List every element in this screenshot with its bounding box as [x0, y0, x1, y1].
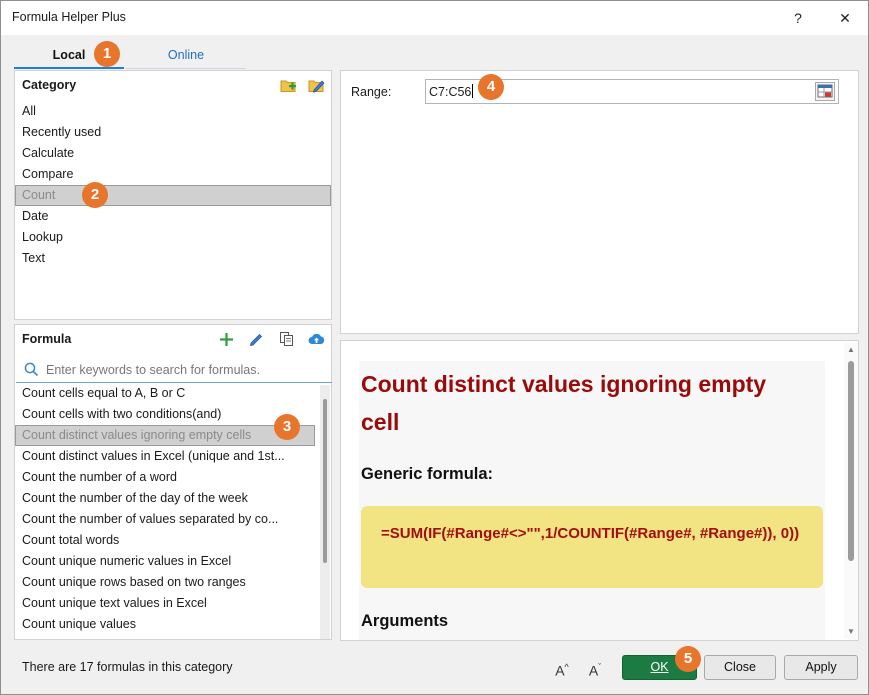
formula-item[interactable]: Count distinct values ignoring empty cel… [15, 425, 315, 446]
category-item[interactable]: Date [15, 206, 331, 227]
formula-item[interactable]: Count cells equal to A, B or C [15, 383, 315, 404]
category-panel: Category All Recently used Calculate Compar… [14, 70, 332, 320]
help-scrollbar[interactable]: ▲ ▼ [844, 343, 858, 639]
cloud-upload-icon[interactable] [307, 330, 325, 348]
formula-search-input[interactable] [46, 361, 316, 379]
category-item[interactable]: Count [15, 185, 331, 206]
help-title: Count distinct values ignoring empty cel… [361, 371, 767, 435]
range-panel: Range: C7:C56 [340, 70, 859, 334]
help-subtitle: Generic formula: [361, 465, 494, 483]
callout-badge: 4 [478, 74, 504, 100]
search-icon [24, 362, 39, 380]
formula-item[interactable]: Count the number of the day of the week [15, 488, 315, 509]
category-header: Category [22, 78, 77, 92]
category-item[interactable]: Recently used [15, 122, 331, 143]
close-button[interactable]: Close [704, 655, 776, 680]
formula-item[interactable]: Count distinct values in Excel (unique a… [15, 446, 315, 467]
formula-item[interactable]: Count the number of a word [15, 467, 315, 488]
formula-item[interactable]: Count unique text values in Excel [15, 593, 315, 614]
category-item[interactable]: Compare [15, 164, 331, 185]
callout-badge: 1 [94, 41, 120, 67]
range-label: Range: [351, 85, 392, 99]
apply-button[interactable]: Apply [784, 655, 858, 680]
copy-icon[interactable] [277, 330, 295, 348]
pencil-icon[interactable] [247, 330, 265, 348]
tab-bar: Local Online [14, 41, 246, 69]
status-text: There are 17 formulas in this category [22, 660, 233, 674]
formula-item[interactable]: Count unique values [15, 614, 315, 635]
callout-badge: 3 [274, 414, 300, 440]
edit-folder-icon[interactable] [307, 76, 325, 94]
formula-item[interactable]: Count cells with two conditions(and) [15, 404, 315, 425]
title-bar: Formula Helper Plus ? ✕ [1, 1, 868, 35]
plus-icon[interactable] [217, 330, 235, 348]
callout-badge: 5 [675, 646, 701, 672]
category-item[interactable]: Calculate [15, 143, 331, 164]
help-button[interactable]: ? [787, 7, 809, 29]
formula-item[interactable]: Count the number of values separated by … [15, 509, 315, 530]
help-content: Count distinct values ignoring empty cel… [359, 361, 825, 640]
formula-item[interactable]: Count unique numeric values in Excel [15, 551, 315, 572]
category-item[interactable]: Text [15, 248, 331, 269]
increase-font-icon[interactable]: A^ [551, 656, 573, 679]
decrease-font-icon[interactable]: Aˇ [584, 656, 606, 679]
close-window-button[interactable]: ✕ [834, 7, 856, 29]
range-select-icon[interactable] [815, 82, 835, 101]
formula-panel: Formula Count cells equal to A, B or CCo… [14, 324, 332, 640]
category-item[interactable]: Lookup [15, 227, 331, 248]
formula-list-scrollbar[interactable] [320, 385, 330, 639]
arguments-heading: Arguments [361, 612, 449, 630]
dialog-window: Formula Helper Plus ? ✕ Local Online Cat… [0, 0, 869, 695]
formula-scroll-thumb[interactable] [323, 399, 327, 563]
window-title: Formula Helper Plus [12, 10, 126, 24]
formula-item[interactable]: Count unique rows based on two ranges [15, 572, 315, 593]
range-value: C7:C56 [429, 84, 474, 99]
category-item[interactable]: All [15, 101, 331, 122]
help-scroll-thumb[interactable] [848, 361, 854, 561]
add-folder-icon[interactable] [279, 76, 297, 94]
tab-online[interactable]: Online [126, 41, 246, 69]
formula-item[interactable]: Count total words [15, 530, 315, 551]
callout-badge: 2 [82, 182, 108, 208]
scroll-up-icon[interactable]: ▲ [847, 345, 855, 354]
formula-header: Formula [22, 332, 72, 346]
formula-help-panel: Count distinct values ignoring empty cel… [340, 340, 859, 641]
formula-box: =SUM(IF(#Range#<>"",1/COUNTIF(#Range#, #… [361, 506, 823, 588]
scroll-down-icon[interactable]: ▼ [847, 627, 855, 636]
formula-search-bar [16, 357, 332, 383]
formula-text: =SUM(IF(#Range#<>"",1/COUNTIF(#Range#, #… [381, 525, 800, 542]
